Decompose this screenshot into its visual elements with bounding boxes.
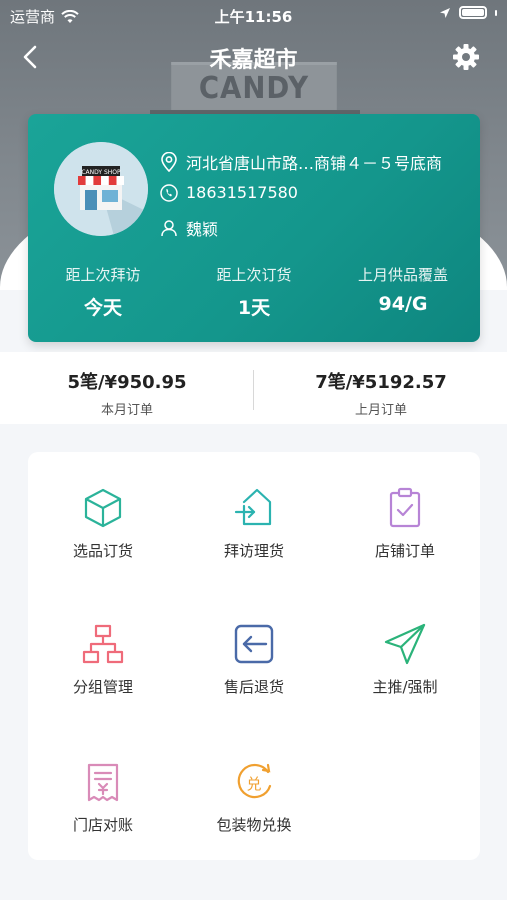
func-store-orders[interactable]: 店铺订单 [330, 486, 480, 561]
stat-last-visit: 距上次拜访 今天 [28, 264, 178, 320]
phone-row[interactable]: 18631517580 [160, 183, 298, 202]
stat-value: 1天 [237, 297, 271, 319]
function-grid: 选品订货 拜访理货 店铺订单 分组管理 售后退货 主推/强制 门店对账 兑 包装… [28, 452, 480, 860]
address-row: 河北省唐山市路…商铺４－５号底商 [160, 150, 442, 174]
page-title: 禾嘉超市 [209, 48, 298, 73]
exchange-coin-icon: 兑 [237, 763, 272, 799]
return-arrow-icon [234, 624, 274, 664]
avatar-sign-text: CANDY SHOP [81, 169, 121, 176]
phone-icon [160, 183, 178, 202]
status-bar: 运营商 上午11:56 [0, 0, 507, 30]
func-promote-mandatory[interactable]: 主推/强制 [330, 622, 480, 697]
func-label: 选品订货 [72, 542, 133, 560]
this-month-orders[interactable]: 5笔/¥950.95 本月订单 [2, 368, 252, 418]
stat-label: 距上次拜访 [65, 266, 141, 284]
person-icon [161, 220, 177, 237]
orders-summary: 5笔/¥950.95 本月订单 7笔/¥5192.57 上月订单 [0, 352, 507, 424]
stat-value: 今天 [83, 297, 122, 319]
func-label: 店铺订单 [374, 542, 435, 560]
battery-icon [459, 6, 487, 19]
func-select-order[interactable]: 选品订货 [28, 486, 178, 561]
house-arrow-icon [234, 488, 272, 526]
orders-divider [253, 370, 254, 410]
org-chart-icon [82, 624, 124, 664]
func-label: 包装物兑换 [216, 816, 292, 834]
order-value: 5笔/¥950.95 [67, 372, 187, 393]
contact-row: 魏颖 [160, 216, 218, 240]
func-label: 门店对账 [72, 816, 133, 834]
func-label: 售后退货 [223, 678, 284, 696]
battery-cap [495, 9, 497, 16]
gear-icon[interactable] [451, 42, 481, 72]
svg-text:兑: 兑 [246, 775, 261, 793]
store-avatar: CANDY SHOP [54, 142, 148, 236]
store-info-card[interactable]: CANDY SHOP 河北省唐山市路…商铺４－５号底商 18631517580 [28, 114, 480, 342]
order-label: 本月订单 [100, 403, 153, 418]
stat-label: 上月供品覆盖 [357, 266, 448, 284]
location-arrow-icon [440, 7, 450, 18]
nav-bar: 禾嘉超市 [0, 36, 507, 80]
func-label: 主推/强制 [372, 678, 438, 696]
receipt-icon [87, 763, 119, 802]
stat-last-order: 距上次订货 1天 [179, 264, 329, 320]
func-after-sale-return[interactable]: 售后退货 [179, 622, 329, 697]
order-value: 7笔/¥5192.57 [315, 372, 447, 393]
paper-plane-icon [384, 623, 426, 665]
store-contact: 魏颖 [186, 220, 219, 239]
status-time: 上午11:56 [214, 8, 293, 26]
order-label: 上月订单 [354, 403, 407, 418]
status-right [439, 6, 497, 19]
storefront-icon: CANDY SHOP [54, 142, 148, 236]
last-month-orders[interactable]: 7笔/¥5192.57 上月订单 [256, 368, 506, 418]
func-store-reconcile[interactable]: 门店对账 [28, 760, 178, 835]
func-label: 分组管理 [72, 678, 133, 696]
clipboard-check-icon [389, 487, 421, 528]
func-package-exchange[interactable]: 兑 包装物兑换 [179, 760, 329, 835]
stat-coverage: 上月供品覆盖 94/G [328, 264, 478, 315]
cube-icon [84, 488, 122, 528]
store-address: 河北省唐山市路…商铺４－５号底商 [186, 154, 443, 173]
stat-value: 94/G [378, 293, 428, 315]
stat-label: 距上次订货 [216, 266, 292, 284]
func-visit-stock[interactable]: 拜访理货 [179, 486, 329, 561]
store-phone: 18631517580 [186, 183, 298, 202]
func-label: 拜访理货 [223, 542, 284, 560]
func-group-manage[interactable]: 分组管理 [28, 622, 178, 697]
location-pin-icon [161, 152, 177, 172]
